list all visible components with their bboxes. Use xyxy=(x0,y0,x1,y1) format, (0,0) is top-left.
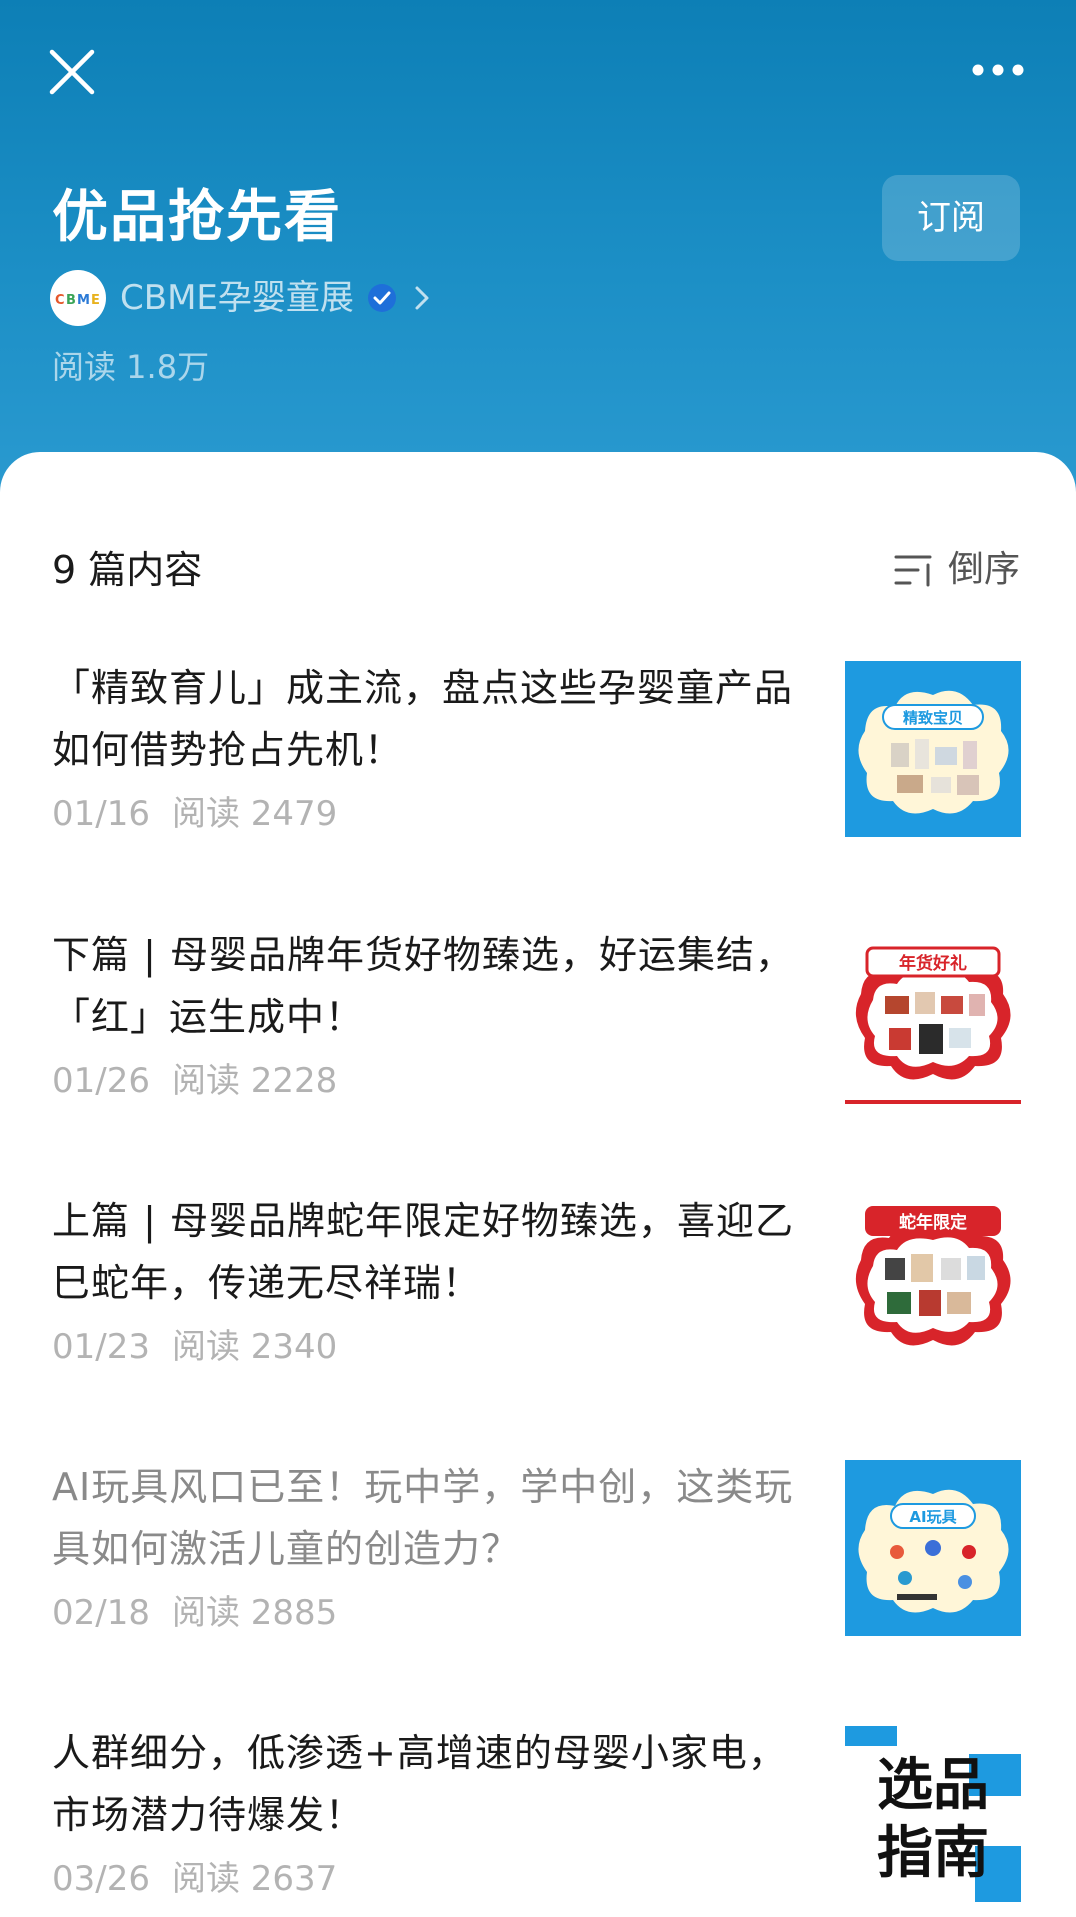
article-title: 人群细分，低渗透+高增速的母婴小家电，市场潜力待爆发！ xyxy=(52,1731,787,1837)
svg-text:B: B xyxy=(66,293,76,308)
svg-text:M: M xyxy=(77,293,90,308)
article-title: 上篇 | 母婴品牌蛇年限定好物臻选，喜迎乙巳蛇年，传递无尽祥瑞！ xyxy=(52,1199,794,1305)
sort-button[interactable]: 倒序 xyxy=(894,542,1020,598)
svg-text:E: E xyxy=(91,293,100,308)
sort-label: 倒序 xyxy=(947,549,1020,590)
list-item[interactable]: 「精致育儿」成主流，盘点这些孕婴童产品如何借势抢占先机！ 01/16 阅读 247… xyxy=(0,657,1076,897)
article-reads: 阅读 2340 xyxy=(171,1327,338,1367)
article-meta: 02/18 阅读 2885 xyxy=(52,1588,337,1638)
article-date: 03/26 xyxy=(52,1859,150,1899)
article-thumbnail: AI玩具 xyxy=(845,1460,1021,1636)
article-date: 01/16 xyxy=(52,794,150,834)
article-date: 02/18 xyxy=(52,1593,150,1633)
thumbnail-label: 精致宝贝 xyxy=(903,709,963,727)
avatar-logo: C B M E xyxy=(55,293,100,308)
avatar: C B M E xyxy=(50,270,106,326)
article-reads: 阅读 2885 xyxy=(171,1593,338,1633)
more-button[interactable] xyxy=(968,56,1028,84)
close-icon xyxy=(49,49,95,95)
thumbnail-label-line2: 指南 xyxy=(877,1821,989,1886)
total-reads: 阅读 1.8万 xyxy=(52,348,210,386)
article-meta: 01/26 阅读 2228 xyxy=(52,1056,337,1106)
chevron-right-icon xyxy=(415,286,429,310)
subscribe-button[interactable]: 订阅 xyxy=(882,175,1020,261)
list-item[interactable]: AI玩具风口已至！玩中学，学中创，这类玩具如何激活儿童的创造力？ 02/18 阅读… xyxy=(0,1456,1076,1696)
article-title: AI玩具风口已至！玩中学，学中创，这类玩具如何激活儿童的创造力？ xyxy=(52,1465,794,1571)
article-date: 01/23 xyxy=(52,1327,150,1367)
article-meta: 03/26 阅读 2637 xyxy=(52,1854,337,1904)
header: 优品抢先看 订阅 C B M E CBME孕婴童展 阅读 1.8万 xyxy=(0,0,1076,500)
sort-icon xyxy=(894,555,932,587)
verified-icon xyxy=(367,284,396,312)
thumbnail-label: AI玩具 xyxy=(909,1508,956,1526)
article-title: 「精致育儿」成主流，盘点这些孕婴童产品如何借势抢占先机！ xyxy=(52,666,794,772)
article-meta: 01/16 阅读 2479 xyxy=(52,789,337,839)
close-button[interactable] xyxy=(46,46,98,98)
article-thumbnail: 蛇年限定 xyxy=(845,1194,1021,1370)
svg-text:C: C xyxy=(55,293,65,308)
account-name: CBME孕婴童展 xyxy=(120,278,354,318)
article-reads: 阅读 2479 xyxy=(171,794,338,834)
page: 优品抢先看 订阅 C B M E CBME孕婴童展 阅读 1.8万 9 篇内容 … xyxy=(0,0,1076,1917)
thumbnail-label: 年货好礼 xyxy=(899,953,967,974)
account-link[interactable]: C B M E CBME孕婴童展 xyxy=(50,270,432,326)
list-item[interactable]: 下篇 | 母婴品牌年货好物臻选，好运集结，「红」运生成中！ 01/26 阅读 22… xyxy=(0,924,1076,1164)
article-reads: 阅读 2228 xyxy=(171,1061,338,1101)
article-title: 下篇 | 母婴品牌年货好物臻选，好运集结，「红」运生成中！ xyxy=(52,933,794,1039)
article-meta: 01/23 阅读 2340 xyxy=(52,1322,337,1372)
article-count: 9 篇内容 xyxy=(52,548,203,592)
thumbnail-label-line1: 选品 xyxy=(877,1753,989,1818)
article-thumbnail: 精致宝贝 xyxy=(845,661,1021,837)
list-item[interactable]: 上篇 | 母婴品牌蛇年限定好物臻选，喜迎乙巳蛇年，传递无尽祥瑞！ 01/23 阅读… xyxy=(0,1190,1076,1430)
article-thumbnail: 选品 指南 xyxy=(845,1726,1021,1902)
article-reads: 阅读 2637 xyxy=(171,1859,338,1899)
list-item[interactable]: 人群细分，低渗透+高增速的母婴小家电，市场潜力待爆发！ 03/26 阅读 2637… xyxy=(0,1722,1076,1917)
article-thumbnail: 年货好礼 xyxy=(845,928,1021,1104)
page-title: 优品抢先看 xyxy=(52,185,342,250)
thumbnail-label: 蛇年限定 xyxy=(899,1212,967,1233)
more-icon xyxy=(972,64,1024,76)
content-panel: 9 篇内容 倒序 「精致育儿」成主流，盘点这些孕婴童产品如何借势抢占先机！ 01… xyxy=(0,452,1076,1917)
article-date: 01/26 xyxy=(52,1061,150,1101)
